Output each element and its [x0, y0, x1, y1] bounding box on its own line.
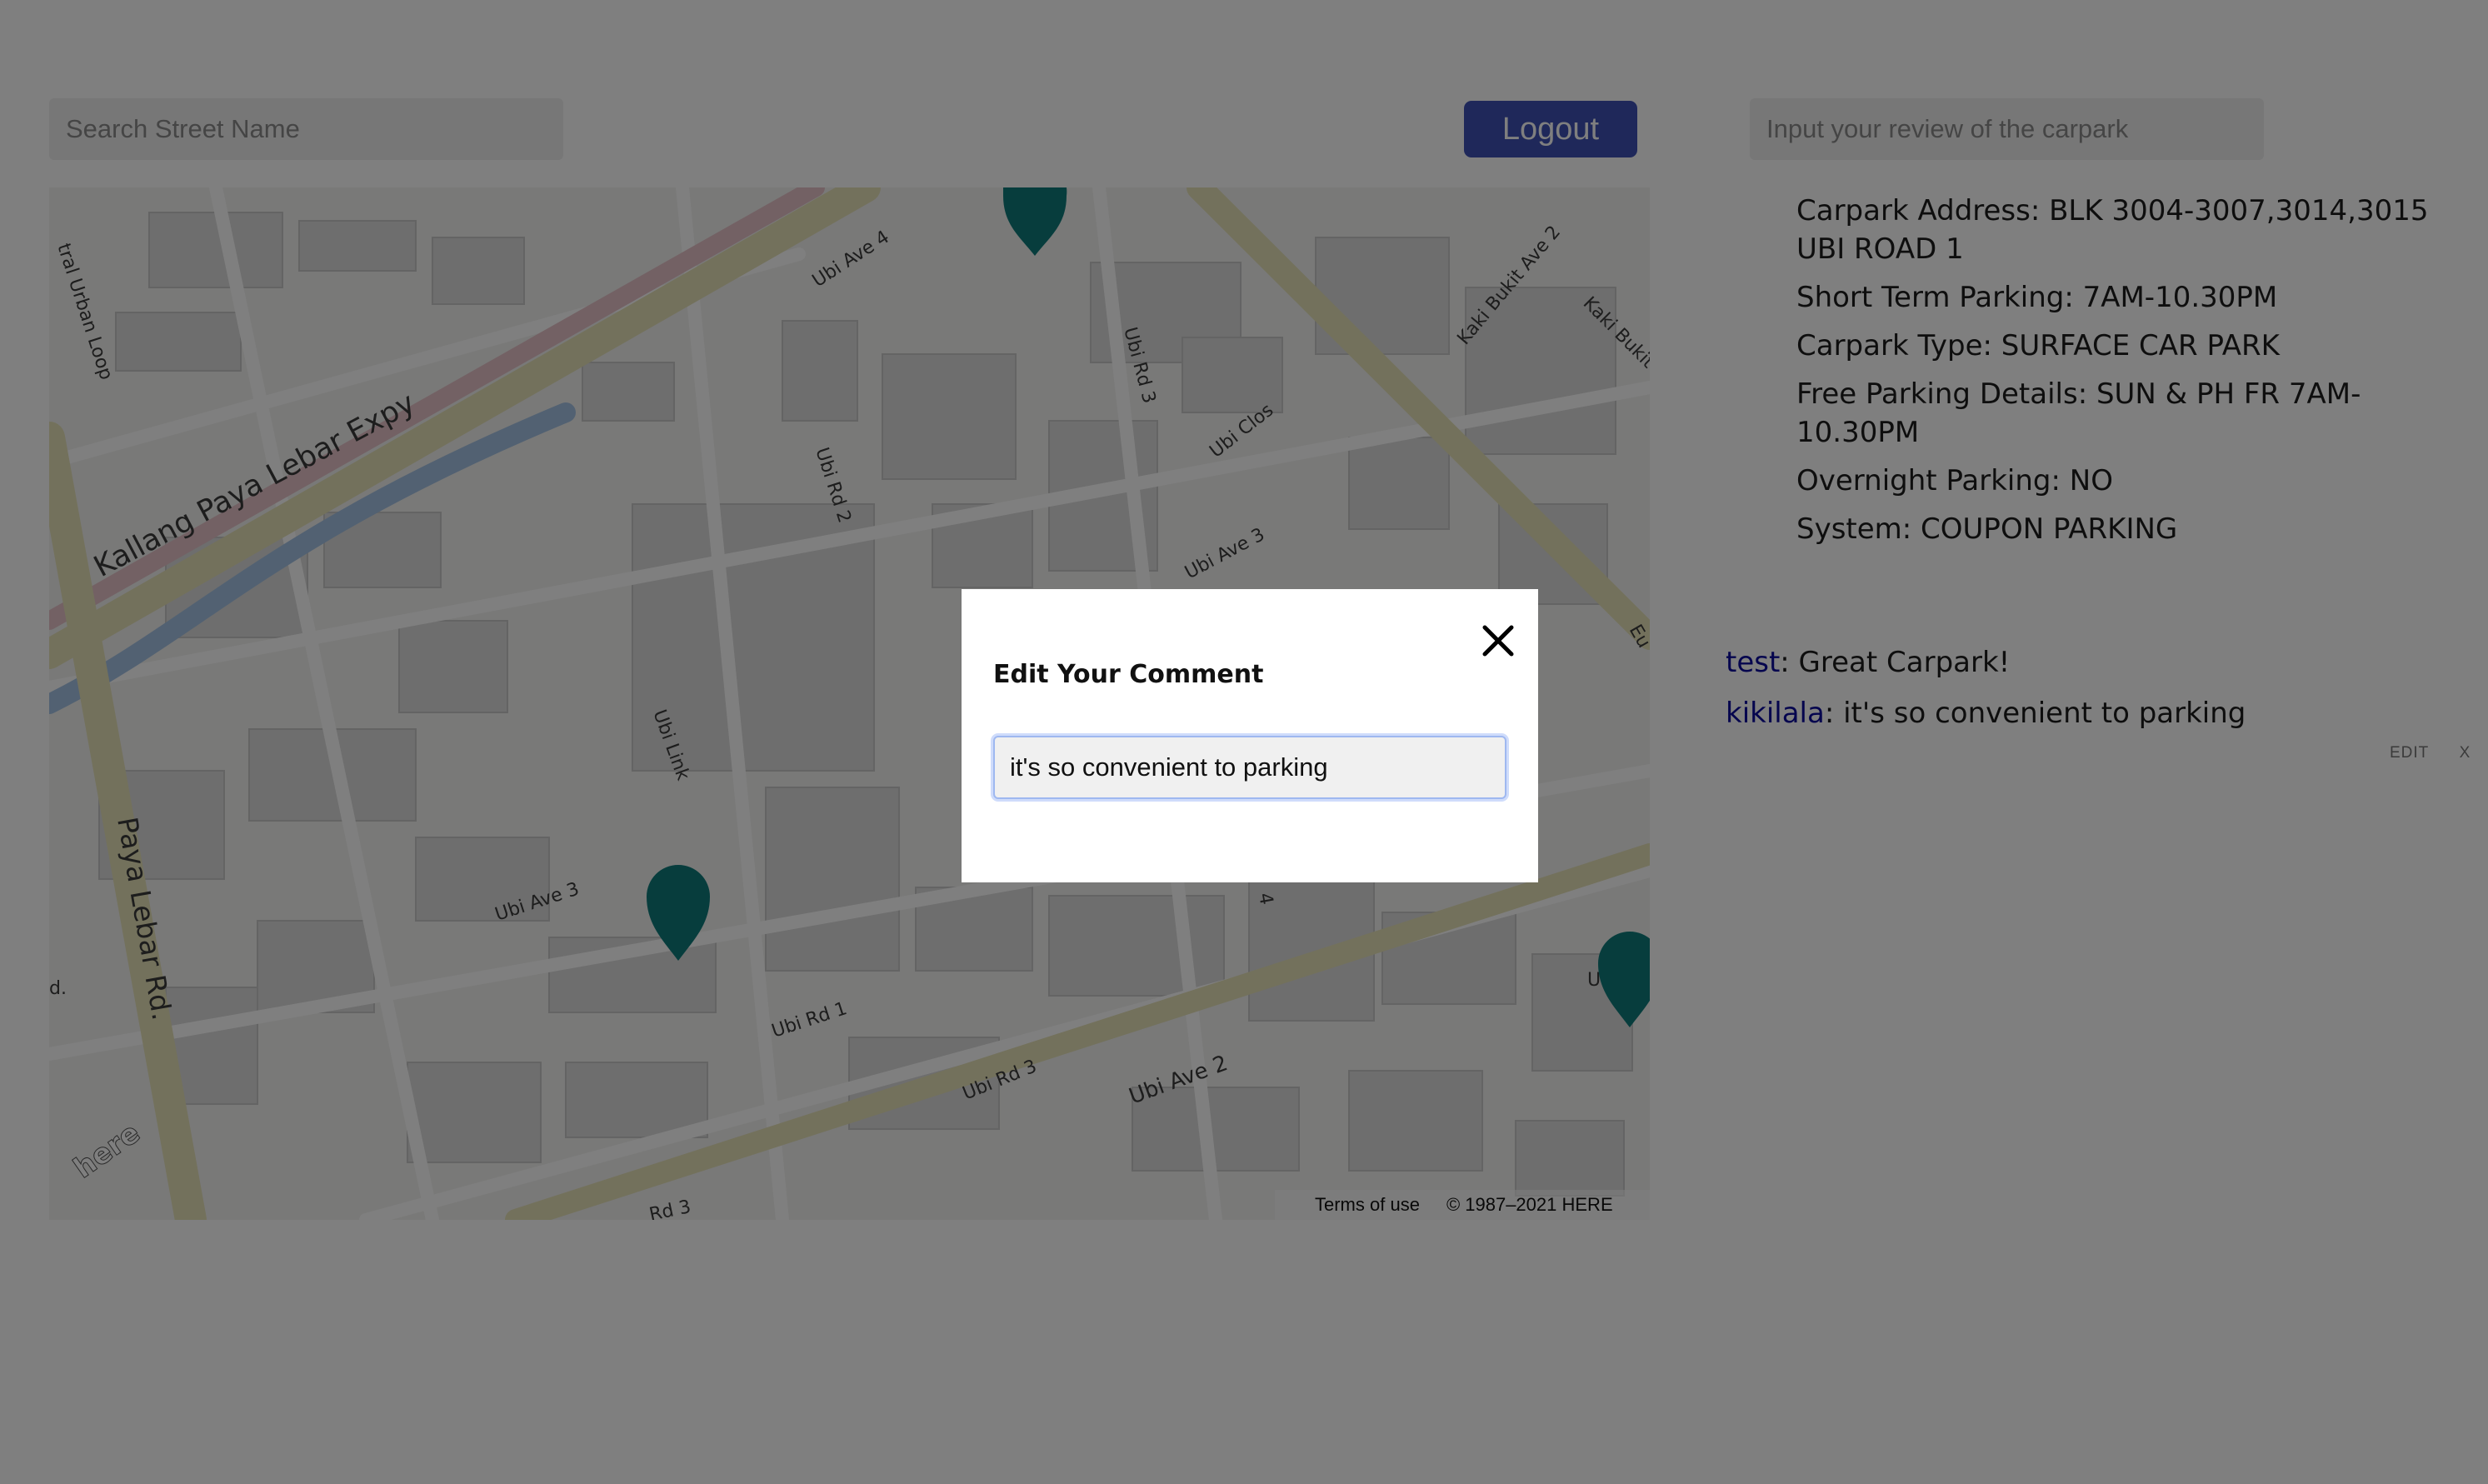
- close-icon: [1482, 625, 1514, 657]
- app-root: Logout: [0, 0, 2488, 1484]
- modal-title: Edit Your Comment: [993, 660, 1264, 689]
- edit-comment-modal: Edit Your Comment: [962, 589, 1538, 882]
- comment-edit-input[interactable]: [993, 736, 1506, 799]
- close-button[interactable]: [1470, 612, 1526, 669]
